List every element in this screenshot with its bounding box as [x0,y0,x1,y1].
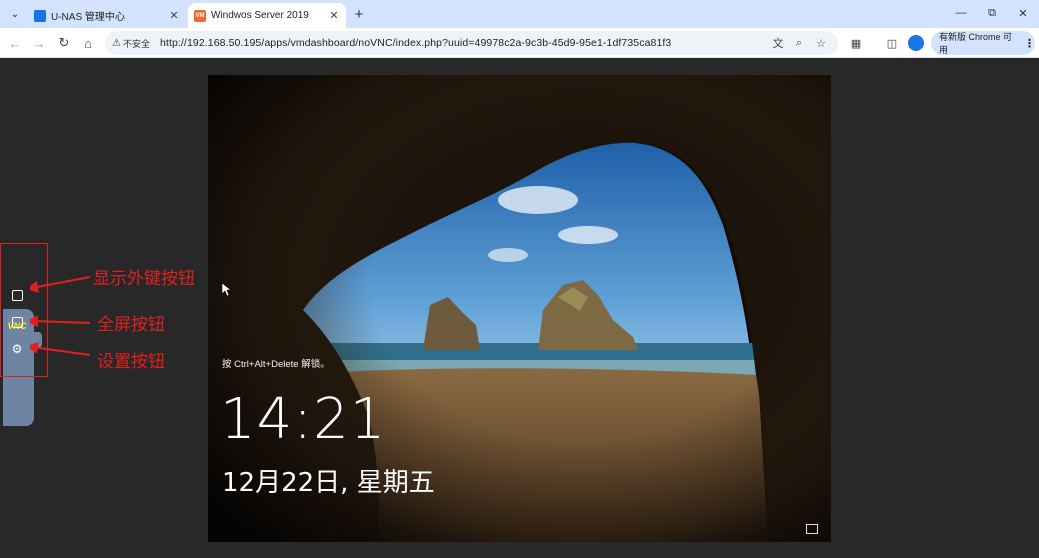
more-menu-icon[interactable]: ⋮ [1024,37,1035,50]
lockscreen-clock: 14:21 [220,387,387,452]
extensions-icon[interactable]: ▦ [848,35,864,51]
address-bar[interactable]: ⚠ 不安全 http://192.168.50.195/apps/vmdashb… [105,31,838,55]
unlock-hint: 按 Ctrl+Alt+Delete 解锁。 [222,359,330,370]
profile-avatar-icon[interactable] [908,35,924,51]
tab-windows-server[interactable]: VM Windwos Server 2019 ✕ [188,3,346,28]
window-close-icon[interactable]: ✕ [1010,3,1036,23]
security-label: 不安全 [122,38,150,49]
close-icon[interactable]: ✕ [326,8,342,24]
tab-unas[interactable]: U-NAS 管理中心 ✕ [28,3,186,28]
vm-favicon-icon: VM [194,9,206,22]
security-chip[interactable]: ⚠ 不安全 [112,37,150,50]
tab-strip: ⌄ U-NAS 管理中心 ✕ VM Windwos Server 2019 ✕ … [0,0,1039,28]
browser-toolbar: ← → ↻ ⌂ ⚠ 不安全 http://192.168.50.195/apps… [0,28,1039,58]
close-icon[interactable]: ✕ [166,8,182,24]
bookmark-star-icon[interactable]: ☆ [813,35,829,51]
warning-icon: ⚠ [112,37,121,49]
back-icon[interactable]: ← [6,34,24,52]
update-label: 有新版 Chrome 可用 [939,32,1013,55]
side-panel-icon[interactable]: ◫ [884,35,900,51]
mouse-pointer-icon [222,283,232,297]
zoom-icon[interactable]: ⌕ [791,35,807,51]
novnc-viewport: 按 Ctrl+Alt+Delete 解锁。 14:21 12月22日, 星期五 … [0,59,1039,558]
minimize-icon[interactable]: — [948,3,974,23]
forward-icon[interactable]: → [30,34,48,52]
annotation-settings: 设置按钮 [97,352,165,371]
remote-screen[interactable]: 按 Ctrl+Alt+Delete 解锁。 14:21 12月22日, 星期五 [208,75,831,542]
lockscreen-date: 12月22日, 星期五 [222,468,435,498]
restore-icon[interactable]: ⧉ [979,3,1005,23]
tab-title: U-NAS 管理中心 [51,12,125,23]
url-text[interactable]: http://192.168.50.195/apps/vmdashboard/n… [160,37,671,49]
new-tab-button[interactable]: + [350,5,368,23]
tab-title: Windwos Server 2019 [211,10,309,21]
home-icon[interactable]: ⌂ [79,34,97,52]
reload-icon[interactable]: ↻ [55,34,73,52]
translate-icon[interactable]: 文 [770,35,786,51]
annotation-extra-keys: 显示外键按钮 [93,269,195,288]
unas-favicon-icon [34,9,46,22]
update-chrome-button[interactable]: 有新版 Chrome 可用 ⋮ [931,31,1035,55]
annotation-fullscreen: 全屏按钮 [97,315,165,334]
network-icon[interactable] [806,524,818,534]
tab-search-chevron-icon[interactable]: ⌄ [6,5,24,23]
